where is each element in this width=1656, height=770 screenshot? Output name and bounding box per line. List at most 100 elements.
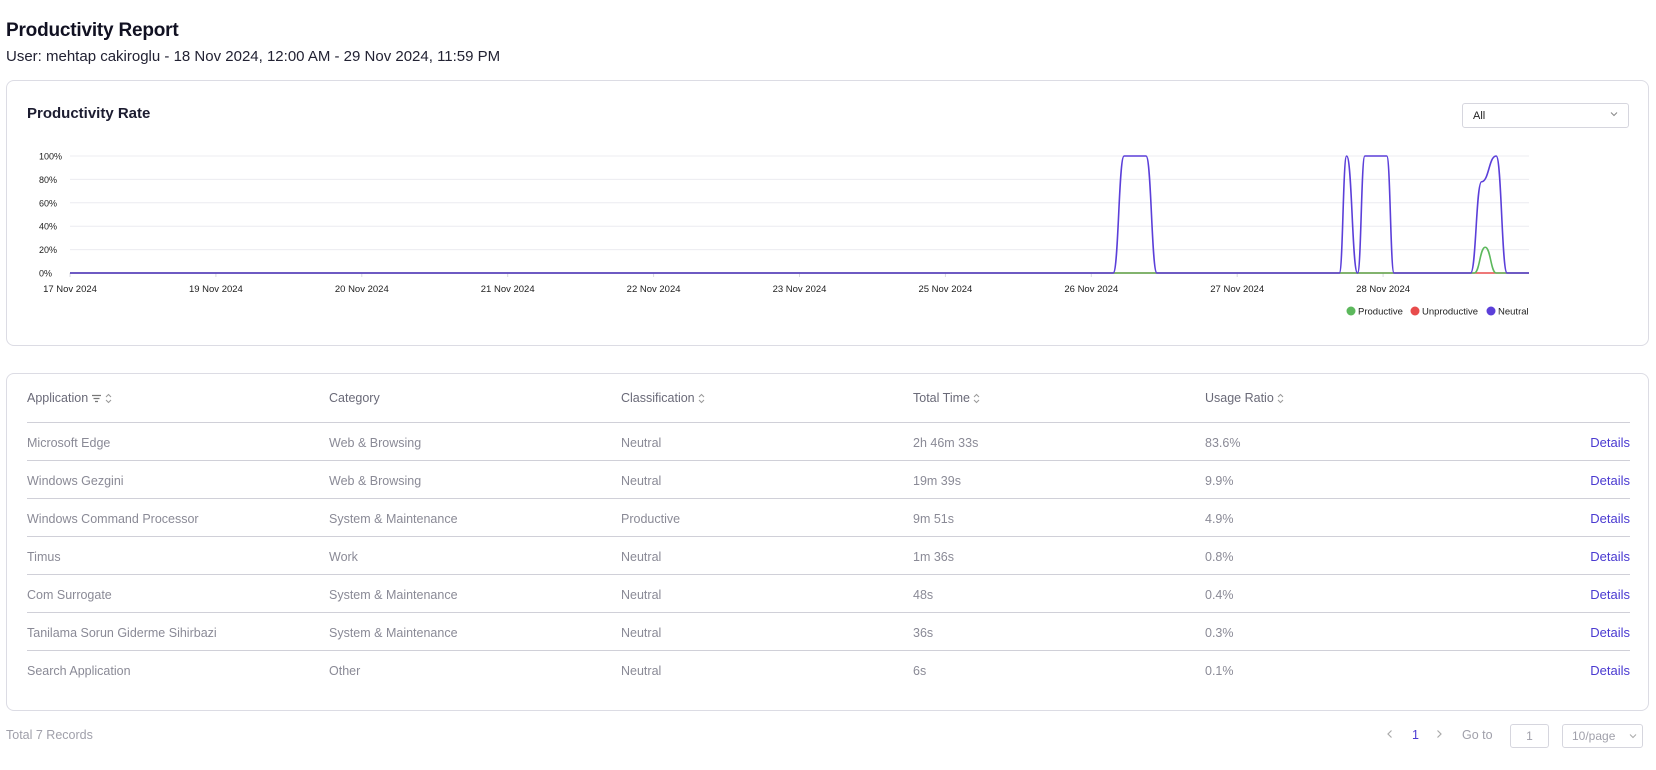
cell-category: System & Maintenance: [329, 588, 458, 602]
table-row: Windows Command Processor System & Mainte…: [27, 499, 1630, 537]
details-link[interactable]: Details: [1590, 663, 1630, 678]
report-header: Productivity Report User: mehtap cakirog…: [6, 20, 500, 65]
cell-category: Web & Browsing: [329, 474, 422, 488]
table-row: Windows Gezgini Web & Browsing Neutral 19m …: [27, 461, 1630, 499]
goto-label: Go to: [1462, 728, 1493, 742]
cell-usage-ratio: 9.9%: [1205, 474, 1234, 488]
cell-application: Com Surrogate: [27, 588, 112, 602]
sort-icon[interactable]: [1277, 393, 1284, 404]
cell-classification: Neutral: [621, 588, 662, 602]
legend-label-neutral: Neutral: [1498, 307, 1529, 318]
page-size-value: 10/page: [1572, 729, 1616, 743]
x-tick-label: 19 Nov 2024: [189, 284, 243, 295]
sort-icon[interactable]: [973, 393, 980, 404]
column-header-application[interactable]: Application: [27, 391, 112, 405]
cell-category: System & Maintenance: [329, 512, 458, 526]
chevron-right-icon[interactable]: [1433, 728, 1445, 740]
cell-category: Other: [329, 664, 361, 678]
x-tick-label: 23 Nov 2024: [773, 284, 827, 295]
chevron-left-icon[interactable]: [1384, 728, 1396, 740]
table-row: Search Application Other Neutral 6s 0.1% Deta…: [27, 651, 1630, 689]
cell-usage-ratio: 0.8%: [1205, 550, 1234, 564]
series-line-productive: [69, 246, 1529, 274]
details-link[interactable]: Details: [1590, 511, 1630, 526]
y-tick-label: 60%: [39, 198, 57, 208]
productivity-line-chart: 100% 80% 60% 40% 20% 0% 17 Nov 2024 19 Nov 2024…: [39, 152, 1529, 318]
goto-page-input[interactable]: 1: [1510, 724, 1549, 748]
details-link[interactable]: Details: [1590, 625, 1630, 640]
legend-label-productive: Productive: [1358, 307, 1403, 318]
page-size-select[interactable]: 10/page: [1562, 724, 1643, 748]
applications-table: Application Category Classification Tota…: [6, 373, 1649, 711]
details-link[interactable]: Details: [1590, 549, 1630, 564]
legend-swatch-productive: [1346, 306, 1356, 316]
cell-application: Tanilama Sorun Giderme Sihirbazi: [27, 626, 217, 640]
sort-icon[interactable]: [105, 393, 112, 404]
cell-total-time: 48s: [913, 588, 934, 602]
y-tick-label: 40%: [39, 222, 57, 232]
table-row: Timus Work Neutral 1m 36s 0.8% Details: [27, 537, 1630, 575]
cell-application: Microsoft Edge: [27, 436, 111, 450]
cell-category: Work: [329, 550, 358, 564]
cell-classification: Neutral: [621, 436, 662, 450]
column-header-category: Category: [329, 391, 380, 405]
cell-classification: Neutral: [621, 664, 662, 678]
x-tick-label: 26 Nov 2024: [1064, 284, 1118, 295]
legend-swatch-unproductive: [1410, 306, 1420, 316]
x-tick-label: 21 Nov 2024: [481, 284, 535, 295]
sort-icon[interactable]: [698, 393, 705, 404]
cell-total-time: 19m 39s: [913, 474, 961, 488]
cell-total-time: 6s: [913, 664, 927, 678]
page-number-current[interactable]: 1: [1412, 728, 1419, 742]
x-tick-label: 25 Nov 2024: [918, 284, 972, 295]
cell-category: System & Maintenance: [329, 626, 458, 640]
column-header-label: Application: [27, 391, 89, 405]
details-link[interactable]: Details: [1590, 587, 1630, 602]
table-header: Application Category Classification Tota…: [27, 374, 1630, 423]
column-header-total-time[interactable]: Total Time: [913, 391, 980, 405]
column-header-classification[interactable]: Classification: [621, 391, 705, 405]
cell-total-time: 2h 46m 33s: [913, 436, 979, 450]
table-row: Tanilama Sorun Giderme Sihirbazi System &…: [27, 613, 1630, 651]
series-line-neutral: [69, 155, 1529, 274]
column-header-usage-ratio[interactable]: Usage Ratio: [1205, 391, 1284, 405]
cell-application: Timus: [27, 550, 61, 564]
cell-usage-ratio: 0.4%: [1205, 588, 1234, 602]
page-title: Productivity Report: [6, 20, 179, 41]
legend-swatch-neutral: [1486, 306, 1496, 316]
cell-application: Windows Command Processor: [27, 512, 199, 526]
x-tick-label: 17 Nov 2024: [43, 284, 97, 295]
cell-category: Web & Browsing: [329, 436, 422, 450]
y-tick-label: 100%: [39, 152, 62, 162]
details-link[interactable]: Details: [1590, 473, 1630, 488]
column-header-label: Classification: [621, 391, 695, 405]
x-tick-label: 27 Nov 2024: [1210, 284, 1264, 295]
cell-usage-ratio: 0.1%: [1205, 664, 1234, 678]
y-tick-label: 80%: [39, 175, 57, 185]
column-header-label: Category: [329, 391, 380, 405]
cell-application: Windows Gezgini: [27, 474, 124, 488]
total-records: Total 7 Records: [6, 728, 93, 742]
details-link[interactable]: Details: [1590, 435, 1630, 450]
cell-classification: Neutral: [621, 626, 662, 640]
cell-classification: Neutral: [621, 474, 662, 488]
cell-usage-ratio: 83.6%: [1205, 436, 1241, 450]
column-header-label: Usage Ratio: [1205, 391, 1274, 405]
filter-icon[interactable]: [91, 394, 102, 403]
x-tick-label: 22 Nov 2024: [627, 284, 681, 295]
cell-total-time: 1m 36s: [913, 550, 954, 564]
report-subtitle: User: mehtap cakiroglu - 18 Nov 2024, 12…: [6, 48, 501, 65]
cell-usage-ratio: 0.3%: [1205, 626, 1234, 640]
cell-application: Search Application: [27, 664, 131, 678]
column-header-label: Total Time: [913, 391, 970, 405]
x-tick-label: 28 Nov 2024: [1356, 284, 1410, 295]
productivity-chart-card: Productivity Rate All 100% 80% 60% 40% 20% 0%…: [6, 80, 1649, 346]
cell-usage-ratio: 4.9%: [1205, 512, 1234, 526]
cell-total-time: 9m 51s: [913, 512, 954, 526]
y-tick-label: 20%: [39, 245, 57, 255]
x-tick-label: 20 Nov 2024: [335, 284, 389, 295]
y-tick-label: 0%: [39, 269, 52, 279]
chevron-down-icon: [1629, 734, 1637, 739]
table-row: Com Surrogate System & Maintenance Neutral…: [27, 575, 1630, 613]
cell-classification: Neutral: [621, 550, 662, 564]
